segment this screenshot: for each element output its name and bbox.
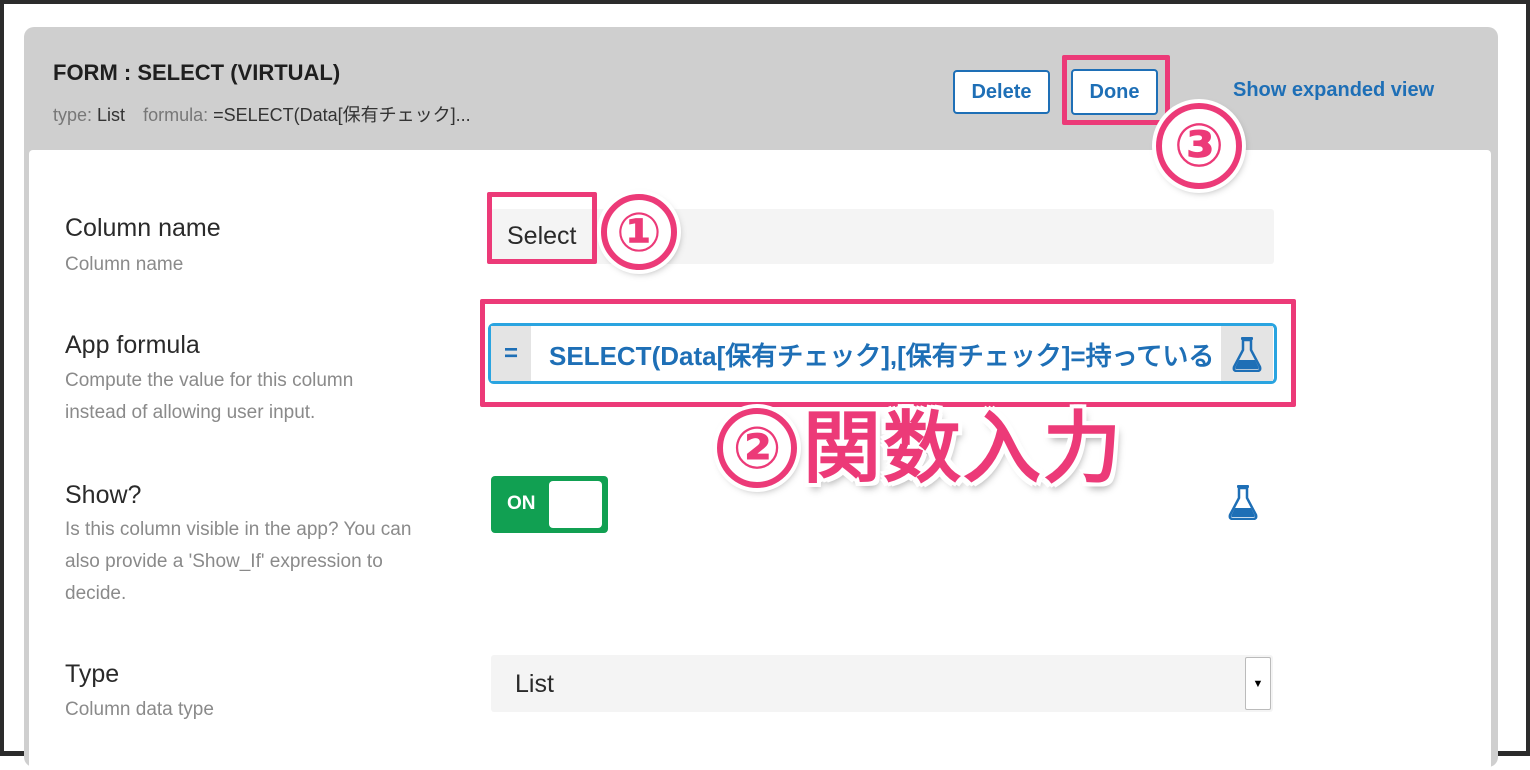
type-label-field: Type — [65, 660, 120, 688]
delete-button[interactable]: Delete — [953, 70, 1050, 114]
show-desc-line3: decide. — [65, 583, 127, 604]
type-select[interactable] — [491, 655, 1273, 712]
type-desc: Column data type — [65, 699, 214, 720]
show-expanded-view-link[interactable]: Show expanded view — [1233, 79, 1434, 102]
step-2-marker: ② — [717, 408, 797, 488]
column-name-highlight — [487, 192, 597, 264]
show-desc-line1: Is this column visible in the app? You c… — [65, 519, 412, 540]
flask-icon — [1228, 485, 1258, 521]
step-2-caption: 関数入力 — [803, 404, 1124, 492]
form-subtitle: type: List formula: =SELECT(Data[保有チェック].… — [53, 101, 471, 127]
step-1-number: ① — [616, 202, 662, 263]
type-select-value: List — [515, 670, 554, 698]
step-3-marker: ③ — [1156, 103, 1242, 189]
toggle-knob — [549, 481, 602, 528]
show-desc-line2: also provide a 'Show_If' expression to — [65, 551, 383, 572]
column-name-desc: Column name — [65, 254, 184, 275]
form-title: FORM : SELECT (VIRTUAL) — [53, 60, 341, 85]
formula-highlight — [480, 299, 1296, 407]
app-formula-desc-line1: Compute the value for this column — [65, 370, 354, 391]
show-if-test-button[interactable] — [1227, 484, 1259, 525]
formula-label: formula: — [143, 105, 209, 125]
done-highlight — [1062, 55, 1170, 125]
step-1-marker: ① — [601, 194, 677, 270]
step-2-annotation: ② 関数入力 — [717, 408, 1123, 488]
app-formula-label: App formula — [65, 331, 200, 359]
step-2-number: ② — [732, 416, 782, 481]
step-3-number: ③ — [1173, 112, 1225, 179]
column-name-label: Column name — [65, 214, 221, 242]
formula-preview: =SELECT(Data[保有チェック]... — [213, 105, 471, 125]
type-value: List — [97, 105, 126, 125]
toggle-state-label: ON — [507, 493, 536, 514]
show-label: Show? — [65, 481, 142, 509]
app-formula-desc-line2: instead of allowing user input. — [65, 402, 316, 423]
show-toggle[interactable]: ON — [491, 476, 608, 533]
type-label: type: — [53, 105, 93, 125]
dropdown-arrow-icon[interactable]: ▼ — [1245, 657, 1271, 710]
